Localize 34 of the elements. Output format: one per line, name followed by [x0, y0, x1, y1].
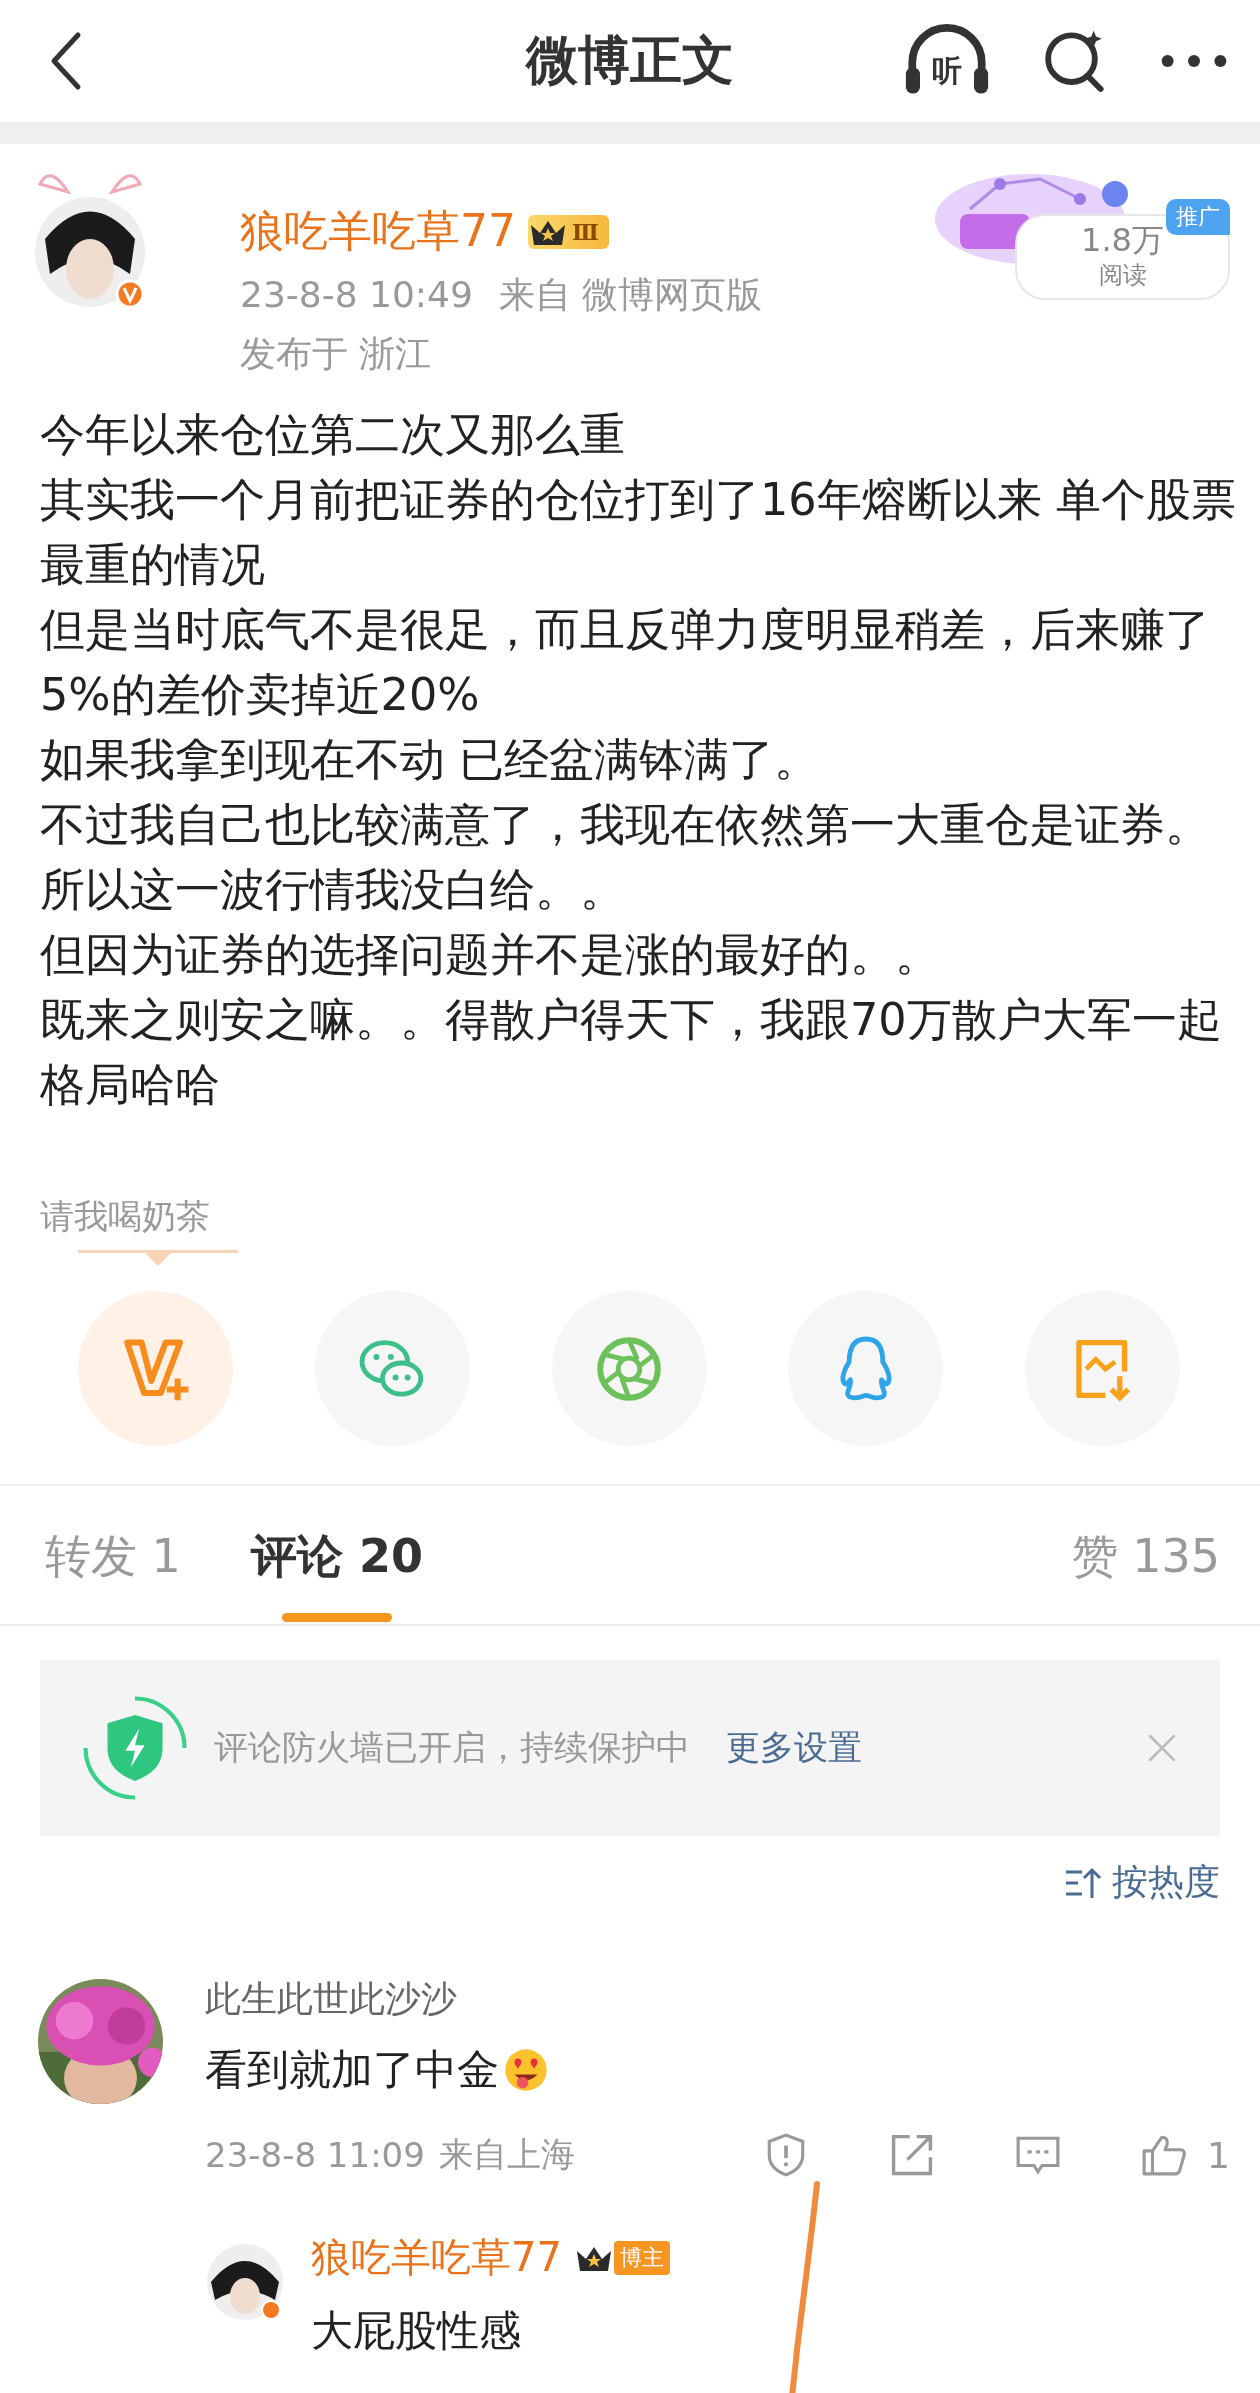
comment-time: 23-8-8 11:09	[205, 2135, 425, 2175]
listen-button[interactable]: 听	[902, 21, 992, 101]
shield-icon	[80, 1693, 190, 1803]
promo-tag: 推广	[1166, 199, 1230, 235]
post-text: 既来之则安之嘛。。得散户得天下，我跟70万散户大军一起格局哈哈	[40, 993, 1223, 1112]
comment-text: 看到就加了中金	[205, 2044, 499, 2096]
replier-avatar[interactable]	[205, 2242, 285, 2322]
sort-button[interactable]: 按热度	[1064, 1858, 1220, 1907]
tab[interactable]: 评论 20	[250, 1490, 423, 1624]
reply-text: 大屁股性感	[311, 2305, 522, 2357]
vip-badge[interactable]: Ⅲ	[528, 214, 609, 249]
replier-name[interactable]: 狼吃羊吃草77	[311, 2230, 562, 2285]
more-settings-link[interactable]: 更多设置	[726, 1725, 862, 1771]
commenter-name[interactable]: 此生此世此沙沙	[205, 1975, 1220, 2024]
heart-eyes-emoji-icon	[503, 2047, 549, 2093]
comment-location: 来自上海	[438, 2133, 575, 2176]
like-count[interactable]: 赞 135	[1071, 1528, 1220, 1584]
page-title: 微博正文	[526, 29, 734, 92]
post-text: 今年以来仓位第二次又那么重	[40, 408, 626, 462]
post-source: 来自 微博网页版	[498, 274, 763, 315]
post-text: 其实我一个月前把证券的仓位打到了16年熔断以来 单个股票最重的情况	[40, 473, 1237, 592]
post-text: 不过我自己也比较满意了，我现在依然第一大重仓是证券。所以这一波行情我没白给。。	[40, 798, 1211, 917]
tip-label: 请我喝奶茶	[40, 1195, 210, 1238]
tab[interactable]: 转发 1	[45, 1490, 181, 1624]
post-text: 但是当时底气不是很足，而且反弹力度明显稍差，后来赚了5%的差价卖掉近20%	[40, 603, 1211, 722]
author-name[interactable]: 狼吃羊吃草77	[240, 202, 516, 261]
post-time: 23-8-8 10:49	[240, 274, 473, 315]
like-button[interactable]: 1	[1141, 2132, 1230, 2178]
post-text: 如果我拿到现在不动 已经盆满钵满了。	[40, 733, 821, 787]
sort-icon	[1064, 1865, 1104, 1900]
firewall-text: 评论防火墙已开启，持续保护中	[214, 1726, 690, 1769]
post-location: 发布于 浙江	[240, 333, 432, 374]
post-text: 但因为证券的选择问题并不是涨的最好的。。	[40, 928, 941, 982]
author-badge: 博主	[613, 2240, 670, 2275]
